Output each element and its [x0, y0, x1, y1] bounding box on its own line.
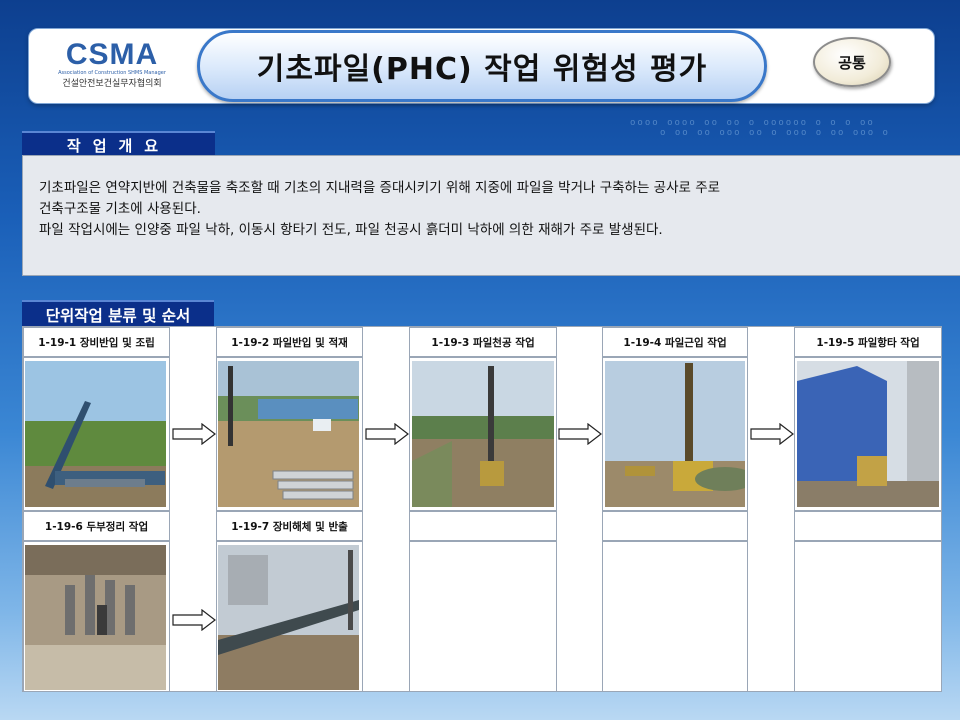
- overview-text-line: 기초파일은 연약지반에 건축물을 축조할 때 기초의 지내력을 증대시키기 위해…: [39, 180, 721, 196]
- unit-label-text: 1-19-5 파일항타 작업: [816, 336, 920, 349]
- unit-label-6: 1-19-6 두부정리 작업: [23, 511, 170, 541]
- unit-label-7: 1-19-7 장비해체 및 반출: [216, 511, 363, 541]
- flow-arrow-icon: [558, 423, 602, 445]
- photo-pile-loading: [218, 361, 359, 507]
- overview-text-line: 건축구조물 기초에 사용된다.: [39, 201, 201, 217]
- unit-label-5: 1-19-5 파일항타 작업: [794, 327, 942, 357]
- unit-label-text: 1-19-1 장비반입 및 조립: [38, 336, 155, 349]
- unit-label-text: 1-19-3 파일천공 작업: [431, 336, 535, 349]
- unit-photo-cell-empty: [794, 541, 942, 692]
- background-pattern: oooo oooo oo oo o oooooo o o o oo: [630, 118, 875, 128]
- unit-label-2: 1-19-2 파일반입 및 적재: [216, 327, 363, 357]
- overview-box: 기초파일은 연약지반에 건축물을 축조할 때 기초의 지내력을 증대시키기 위해…: [22, 155, 960, 276]
- photo-pile-driving: [797, 361, 939, 507]
- flow-arrow-icon: [172, 609, 216, 631]
- unit-label-1: 1-19-1 장비반입 및 조립: [23, 327, 170, 357]
- unit-label-4: 1-19-4 파일근입 작업: [602, 327, 748, 357]
- overview-text-line: 파일 작업시에는 인양중 파일 낙하, 이동시 항타기 전도, 파일 천공시 흙…: [39, 222, 663, 238]
- unit-label-text: 1-19-6 두부정리 작업: [44, 520, 149, 533]
- unit-photo-cell-empty: [409, 541, 557, 692]
- logo-text: CSMA: [65, 38, 159, 71]
- flow-arrow-icon: [172, 423, 216, 445]
- unit-label-empty: [409, 511, 557, 541]
- photo-pile-insertion: [605, 361, 745, 507]
- background-pattern: o oo oo ooo oo o ooo o oo ooo o: [660, 128, 890, 138]
- photo-equipment-dismantling: [218, 545, 359, 690]
- logo-subtitle: Association of Construction SHMS Manager: [58, 70, 166, 76]
- photo-equipment-assembly: [25, 361, 166, 507]
- overview-tag: 작업개요: [22, 131, 215, 157]
- unit-label-text: 1-19-4 파일근입 작업: [623, 336, 727, 349]
- flow-arrow-icon: [365, 423, 409, 445]
- unit-work-tag: 단위작업 분류 및 순서: [22, 300, 214, 328]
- flow-arrow-icon: [750, 423, 794, 445]
- unit-label-text: 1-19-7 장비해체 및 반출: [231, 520, 348, 533]
- photo-pile-drilling: [412, 361, 554, 507]
- category-badge-text: 공통: [838, 53, 866, 72]
- page-title: 기초파일(PHC) 작업 위험성 평가: [197, 30, 767, 102]
- logo-korean-name: 건설안전보건실무자협의회: [62, 79, 162, 89]
- category-badge: 공통: [813, 37, 891, 87]
- photo-pile-head-trimming: [25, 545, 166, 690]
- unit-label-empty: [794, 511, 942, 541]
- csma-logo: CSMA Association of Construction SHMS Ma…: [52, 40, 172, 96]
- unit-label-text: 1-19-2 파일반입 및 적재: [231, 336, 348, 349]
- unit-label-3: 1-19-3 파일천공 작업: [409, 327, 557, 357]
- unit-work-grid: 1-19-1 장비반입 및 조립 1-19-2 파일반입 및 적재 1-19-3…: [22, 326, 942, 692]
- unit-photo-cell-empty: [602, 541, 748, 692]
- page-title-text: 기초파일(PHC) 작업 위험성 평가: [256, 52, 708, 87]
- unit-label-empty: [602, 511, 748, 541]
